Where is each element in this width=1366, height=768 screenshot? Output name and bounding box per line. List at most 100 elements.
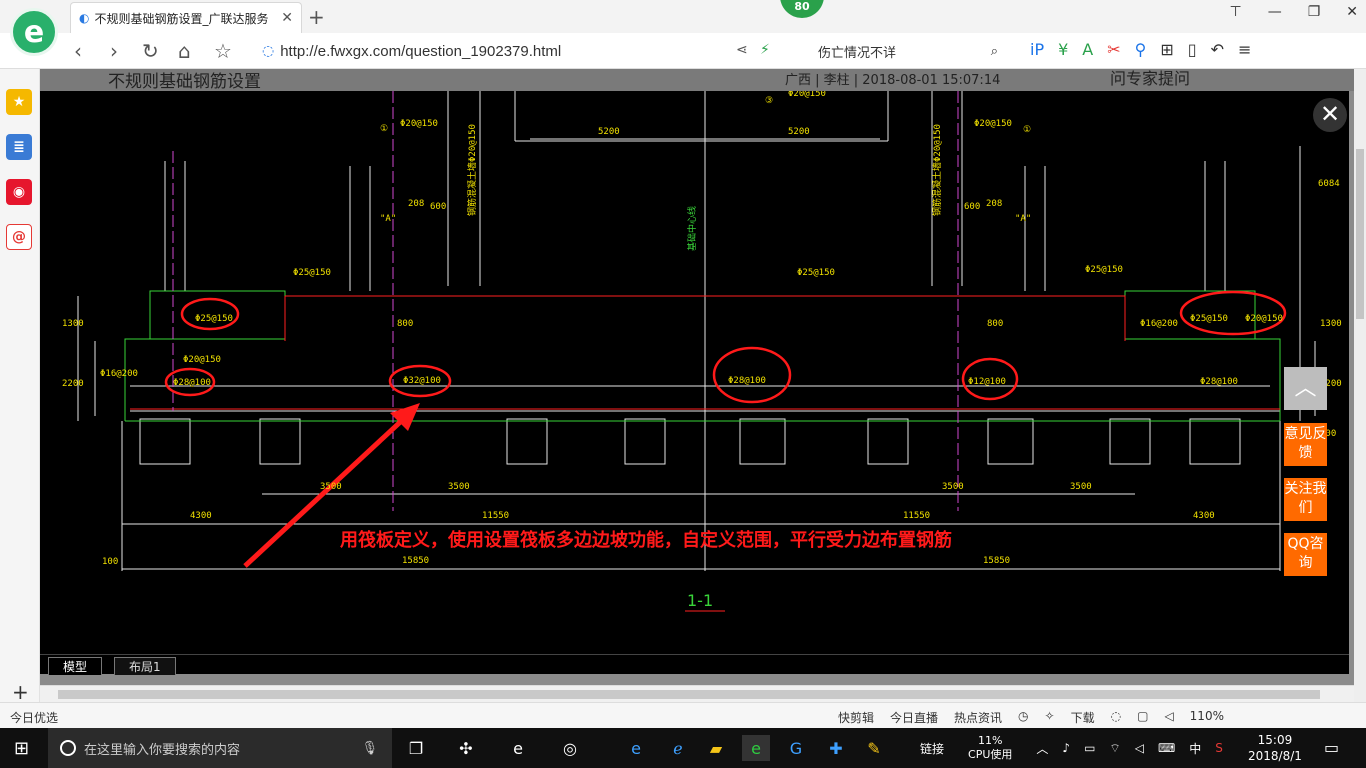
ip-extension-icon[interactable]: iP: [1030, 40, 1044, 59]
hot-news-link[interactable]: 热点资讯: [954, 709, 1002, 726]
search-icon[interactable]: ⌕: [991, 44, 998, 59]
skin-icon[interactable]: ⊤: [1230, 4, 1242, 20]
scroll-thumb[interactable]: [1356, 149, 1364, 319]
address-bar: ‹ › ↻ ⌂ ☆ ◌ http://e.fwxgx.com/question_…: [0, 33, 1366, 69]
tab-layout-1[interactable]: 布局1: [114, 657, 176, 675]
microphone-icon[interactable]: 🎙: [361, 741, 378, 756]
taskbar-search-input[interactable]: 在这里输入你要搜索的内容 🎙: [48, 728, 392, 768]
follow-us-button[interactable]: 关注我们: [1284, 478, 1327, 521]
rebar-label: Φ20@150: [183, 355, 221, 365]
daily-picks-link[interactable]: 今日优选: [10, 709, 58, 726]
live-link[interactable]: 今日直播: [890, 709, 938, 726]
dim-text: 11550: [903, 511, 930, 521]
overlay-close-button[interactable]: ✕: [1313, 98, 1347, 132]
links-toolbar[interactable]: 链接: [920, 740, 944, 757]
menu-icon[interactable]: ≡: [1238, 40, 1251, 59]
phone-icon[interactable]: ▯: [1188, 40, 1197, 59]
browser-logo-icon[interactable]: e: [10, 8, 58, 56]
translate-icon[interactable]: A: [1082, 40, 1093, 59]
window-icon[interactable]: ▢: [1137, 709, 1148, 726]
back-to-top-button[interactable]: ︿: [1284, 367, 1327, 410]
qq-consult-button[interactable]: QQ咨询: [1284, 533, 1327, 576]
dim-text: 6084: [1318, 179, 1340, 189]
internet-explorer-icon[interactable]: ℯ: [664, 735, 692, 761]
shield-icon[interactable]: ¥: [1058, 40, 1068, 59]
fan-app-icon[interactable]: ✣: [452, 735, 480, 761]
extension-toolbar: iP ¥ A ✂ ⚲ ⊞ ▯ ↶ ≡: [1030, 40, 1251, 59]
close-icon[interactable]: ✕: [1346, 4, 1358, 20]
tray-expand-icon[interactable]: ︿: [1036, 740, 1048, 757]
wifi-icon[interactable]: ⌔: [1109, 741, 1120, 756]
favorite-star-icon[interactable]: ☆: [214, 39, 232, 63]
keyboard-icon[interactable]: ⌨: [1158, 741, 1175, 755]
reading-list-icon[interactable]: ≣: [6, 134, 32, 160]
sogou-ime-icon[interactable]: S: [1215, 741, 1223, 755]
email-icon[interactable]: @: [6, 224, 32, 250]
tab-model[interactable]: 模型: [48, 657, 103, 675]
dim-text: 4300: [190, 511, 212, 521]
hscroll-thumb[interactable]: [58, 690, 1320, 699]
vertical-text: 钢筋混凝土墙Φ20@150: [931, 124, 943, 216]
undo-icon[interactable]: ↶: [1211, 40, 1224, 59]
edge-icon[interactable]: e: [622, 735, 650, 761]
new-tab-button[interactable]: +: [308, 5, 325, 29]
rebar-label: Φ28@100: [173, 378, 211, 388]
dim-text: ①: [380, 124, 388, 134]
score-badge[interactable]: 80: [780, 0, 824, 18]
home-icon[interactable]: ⌂: [178, 39, 191, 63]
dim-text: 5200: [598, 127, 620, 137]
page-header: 不规则基础钢筋设置 广西 | 李柱 | 2018-08-01 15:07:14 …: [40, 69, 1354, 92]
notes-app-icon[interactable]: ✎: [860, 735, 888, 761]
quick-edit-link[interactable]: 快剪辑: [838, 709, 874, 726]
dim-text: 208: [408, 199, 424, 209]
dim-text: 3500: [320, 482, 342, 492]
feedback-button[interactable]: 意见反馈: [1284, 423, 1327, 466]
notification-bell-icon[interactable]: ♪: [1062, 741, 1070, 755]
ime-indicator[interactable]: 中: [1189, 740, 1201, 757]
feedback-label: 意见反馈: [1284, 426, 1327, 461]
rebar-label: Φ25@150: [1085, 265, 1123, 275]
add-sidebar-icon[interactable]: +: [12, 680, 29, 704]
forward-icon[interactable]: ›: [110, 39, 118, 63]
windows-start-icon[interactable]: ⊞: [14, 738, 29, 759]
plus-app-icon[interactable]: ✚: [822, 735, 850, 761]
tab-close-button[interactable]: ✕: [281, 10, 293, 26]
volume-icon[interactable]: ◁: [1164, 709, 1173, 726]
magnifier-icon[interactable]: ⚲: [1135, 40, 1147, 59]
minimize-icon[interactable]: —: [1268, 4, 1282, 20]
ask-expert-button[interactable]: 问专家提问: [1110, 69, 1190, 89]
cpu-percent: 11%: [977, 734, 1003, 747]
chrome-like-icon[interactable]: ◎: [556, 735, 584, 761]
scissors-icon[interactable]: ✂: [1107, 40, 1120, 59]
apps-grid-icon[interactable]: ⊞: [1160, 40, 1173, 59]
download-link[interactable]: 下载: [1071, 709, 1095, 726]
speed-mode-icon[interactable]: ⚡: [760, 42, 770, 58]
horizontal-scrollbar[interactable]: [40, 685, 1354, 702]
vertical-scrollbar[interactable]: [1354, 69, 1366, 702]
weibo-icon[interactable]: ◉: [6, 179, 32, 205]
ie-shell-icon[interactable]: e: [504, 735, 532, 761]
restore-icon[interactable]: ❐: [1308, 4, 1321, 20]
file-explorer-icon[interactable]: ▰: [702, 735, 730, 761]
favorites-star-icon[interactable]: ★: [6, 89, 32, 115]
refresh-icon[interactable]: ↻: [142, 39, 159, 63]
pin-icon[interactable]: ✧: [1045, 709, 1055, 726]
browser-tab[interactable]: ◐ 不规则基础钢筋设置_广联达服务 ✕: [70, 2, 302, 33]
volume-tray-icon[interactable]: ◁: [1135, 741, 1144, 755]
g-app-icon[interactable]: G: [782, 735, 810, 761]
history-icon[interactable]: ◷: [1018, 709, 1028, 726]
cortana-icon: [60, 740, 76, 756]
dim-text: 1300: [62, 319, 84, 329]
zoom-level[interactable]: 110%: [1190, 709, 1224, 726]
back-icon[interactable]: ‹: [74, 39, 82, 63]
battery-icon[interactable]: ▭: [1084, 741, 1095, 755]
360-browser-icon[interactable]: e: [742, 735, 770, 761]
url-field[interactable]: ◌ http://e.fwxgx.com/question_1902379.ht…: [262, 40, 732, 62]
search-input[interactable]: 伤亡情况不详 ⌕: [808, 38, 1008, 64]
share-icon[interactable]: ⋖: [736, 42, 748, 58]
clock[interactable]: 15:09 2018/8/1: [1248, 732, 1302, 764]
clean-icon[interactable]: ◌: [1111, 709, 1121, 726]
cpu-label: CPU使用: [968, 748, 1013, 761]
action-center-icon[interactable]: ▭: [1324, 738, 1339, 757]
task-view-icon[interactable]: ❐: [402, 735, 430, 761]
